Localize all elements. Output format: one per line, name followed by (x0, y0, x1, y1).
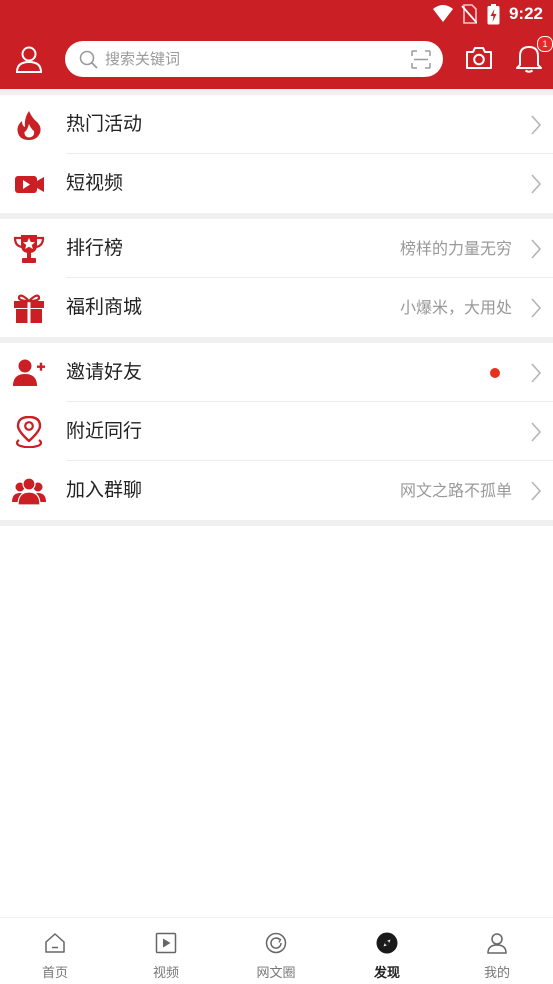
chevron-right-icon (531, 422, 542, 442)
chevron-right-icon (531, 481, 542, 501)
menu-row-short-video[interactable]: 短视频 (0, 154, 553, 213)
flame-icon (17, 111, 41, 140)
bottom-nav: 首页 视频 网文圈 发现 我的 (0, 917, 553, 983)
gift-icon (14, 294, 44, 323)
notification-badge: 1 (537, 36, 553, 52)
status-time: 9:22 (508, 4, 543, 23)
menu-row-hot-activities[interactable]: 热门活动 (0, 95, 553, 154)
menu-row-nearby-peers[interactable]: 附近同行 (0, 402, 553, 461)
nav-tab-home[interactable]: 首页 (0, 918, 110, 984)
add-user-icon (13, 359, 45, 386)
nav-label: 我的 (483, 966, 510, 981)
chevron-right-icon (531, 174, 542, 194)
no-sim-icon (461, 4, 477, 24)
chevron-right-icon (531, 298, 542, 318)
nav-label: 首页 (41, 966, 68, 981)
camera-icon[interactable] (465, 45, 493, 71)
row-title: 热门活动 (66, 113, 143, 135)
menu-row-welfare-mall[interactable]: 福利商城 小爆米，大用处 (0, 278, 553, 337)
search-box[interactable] (65, 41, 443, 77)
nav-tab-profile[interactable]: 我的 (442, 918, 552, 984)
user-avatar-icon[interactable] (14, 44, 44, 74)
wifi-icon (433, 5, 453, 22)
nav-label: 网文圈 (256, 966, 296, 981)
search-input[interactable] (105, 41, 395, 77)
menu-row-invite-friends[interactable]: 邀请好友 (0, 343, 553, 402)
menu-row-leaderboard[interactable]: 排行榜 榜样的力量无穷 (0, 219, 553, 278)
search-icon (79, 50, 98, 69)
location-pin-icon (15, 416, 43, 448)
row-subtitle: 小爆米，大用处 (399, 298, 512, 317)
discover-icon (376, 932, 398, 954)
video-icon (15, 176, 44, 193)
discover-menu: 热门活动 短视频 排行榜 榜样的力量无穷 福利商城 小爆米，大用处 邀请好友 附… (0, 89, 553, 526)
circle-refresh-icon (265, 932, 287, 954)
scan-icon[interactable] (411, 50, 431, 69)
group-divider (0, 520, 553, 526)
row-title: 福利商城 (66, 296, 143, 318)
status-bar: 9:22 (0, 0, 553, 30)
row-title: 加入群聊 (66, 479, 143, 501)
home-icon (45, 933, 65, 953)
row-title: 邀请好友 (66, 361, 143, 383)
row-title: 短视频 (66, 172, 124, 194)
chevron-right-icon (531, 115, 542, 135)
battery-charging-icon (487, 4, 500, 25)
row-title: 附近同行 (66, 420, 143, 442)
nav-label: 视频 (152, 966, 179, 981)
nav-tab-writers-circle[interactable]: 网文圈 (221, 918, 331, 984)
row-title: 排行榜 (66, 237, 124, 259)
app-header: 9:22 1 (0, 0, 553, 89)
top-bar: 1 (0, 30, 553, 89)
chevron-right-icon (531, 239, 542, 259)
group-icon (12, 477, 46, 506)
row-subtitle: 网文之路不孤单 (399, 481, 512, 500)
nav-tab-video[interactable]: 视频 (111, 918, 221, 984)
nav-tab-discover[interactable]: 发现 (332, 918, 442, 984)
profile-icon (487, 933, 507, 954)
chevron-right-icon (531, 363, 542, 383)
row-subtitle: 榜样的力量无穷 (399, 239, 512, 258)
menu-row-join-group-chat[interactable]: 加入群聊 网文之路不孤单 (0, 461, 553, 520)
new-indicator-dot (490, 368, 500, 378)
trophy-icon (13, 235, 45, 263)
play-icon (155, 932, 177, 954)
nav-label: 发现 (373, 966, 400, 981)
